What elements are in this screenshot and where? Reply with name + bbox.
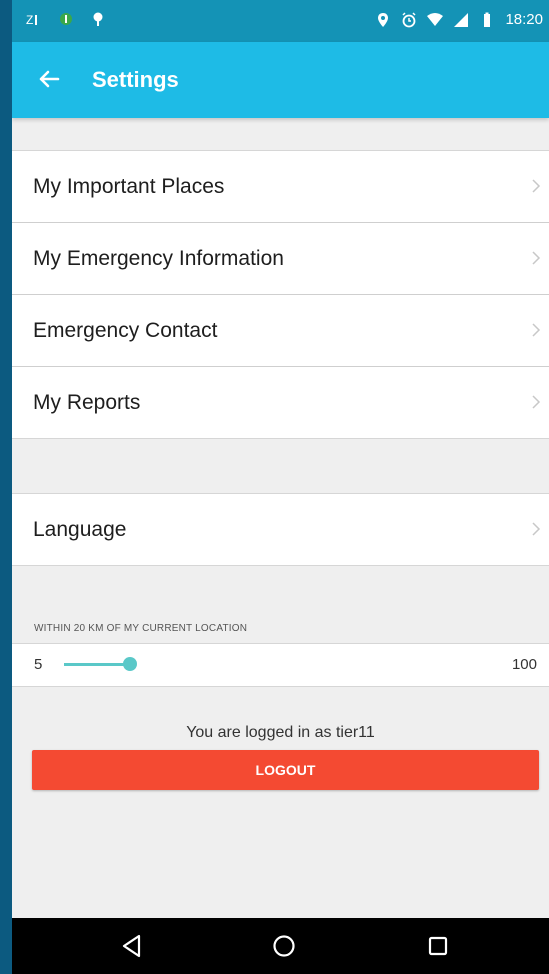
slider-thumb[interactable]: [123, 657, 138, 671]
status-bar: Z 18:20: [12, 0, 549, 42]
chevron-right-icon: [532, 522, 541, 536]
recents-square-icon[interactable]: [424, 932, 452, 960]
app-screen: Z 18:20 Settings My Important Places My …: [12, 0, 549, 974]
settings-group-main: My Important Places My Emergency Informa…: [12, 150, 549, 439]
app-bar: Settings: [12, 42, 549, 118]
svg-text:Z: Z: [26, 13, 33, 27]
slider-max-label: 100: [511, 656, 537, 673]
chevron-right-icon: [532, 179, 541, 193]
sim-icon: Z: [26, 13, 37, 27]
logout-button[interactable]: LOGOUT: [32, 750, 539, 790]
settings-item-label: Language: [33, 518, 127, 541]
system-nav-bar: [12, 918, 549, 974]
settings-item-label: My Emergency Information: [33, 247, 284, 270]
settings-item-emergency-contact[interactable]: Emergency Contact: [12, 295, 549, 367]
page-title: Settings: [92, 67, 179, 92]
back-triangle-icon[interactable]: [118, 932, 146, 960]
settings-group-language: Language: [12, 493, 549, 566]
alarm-icon: [402, 11, 416, 27]
radius-slider[interactable]: [64, 657, 484, 671]
settings-item-emergency-information[interactable]: My Emergency Information: [12, 223, 549, 295]
settings-item-label: Emergency Contact: [33, 319, 218, 342]
chevron-right-icon: [532, 323, 541, 337]
slider-min-label: 5: [34, 656, 43, 673]
status-time: 18:20: [505, 11, 543, 28]
settings-item-my-reports[interactable]: My Reports: [12, 367, 549, 438]
chevron-right-icon: [532, 251, 541, 265]
settings-item-important-places[interactable]: My Important Places: [12, 151, 549, 223]
settings-item-label: My Important Places: [33, 175, 225, 198]
logged-in-status: You are logged in as tier11: [186, 724, 375, 741]
slider-fill: [64, 663, 131, 666]
radius-caption: WITHIN 20 KM OF MY CURRENT LOCATION: [34, 623, 248, 634]
settings-item-language[interactable]: Language: [12, 494, 549, 565]
chevron-right-icon: [532, 395, 541, 409]
settings-item-label: My Reports: [33, 391, 141, 414]
home-circle-icon[interactable]: [270, 932, 298, 960]
signal-icon: [454, 12, 469, 27]
back-arrow-icon[interactable]: [34, 64, 64, 94]
location-pin-icon: [93, 12, 103, 26]
battery-icon: [484, 12, 491, 27]
notification-dot-icon: [60, 13, 72, 25]
radius-slider-row: 5 100: [12, 643, 549, 687]
wifi-icon: [427, 12, 444, 26]
location-icon: [378, 12, 389, 27]
